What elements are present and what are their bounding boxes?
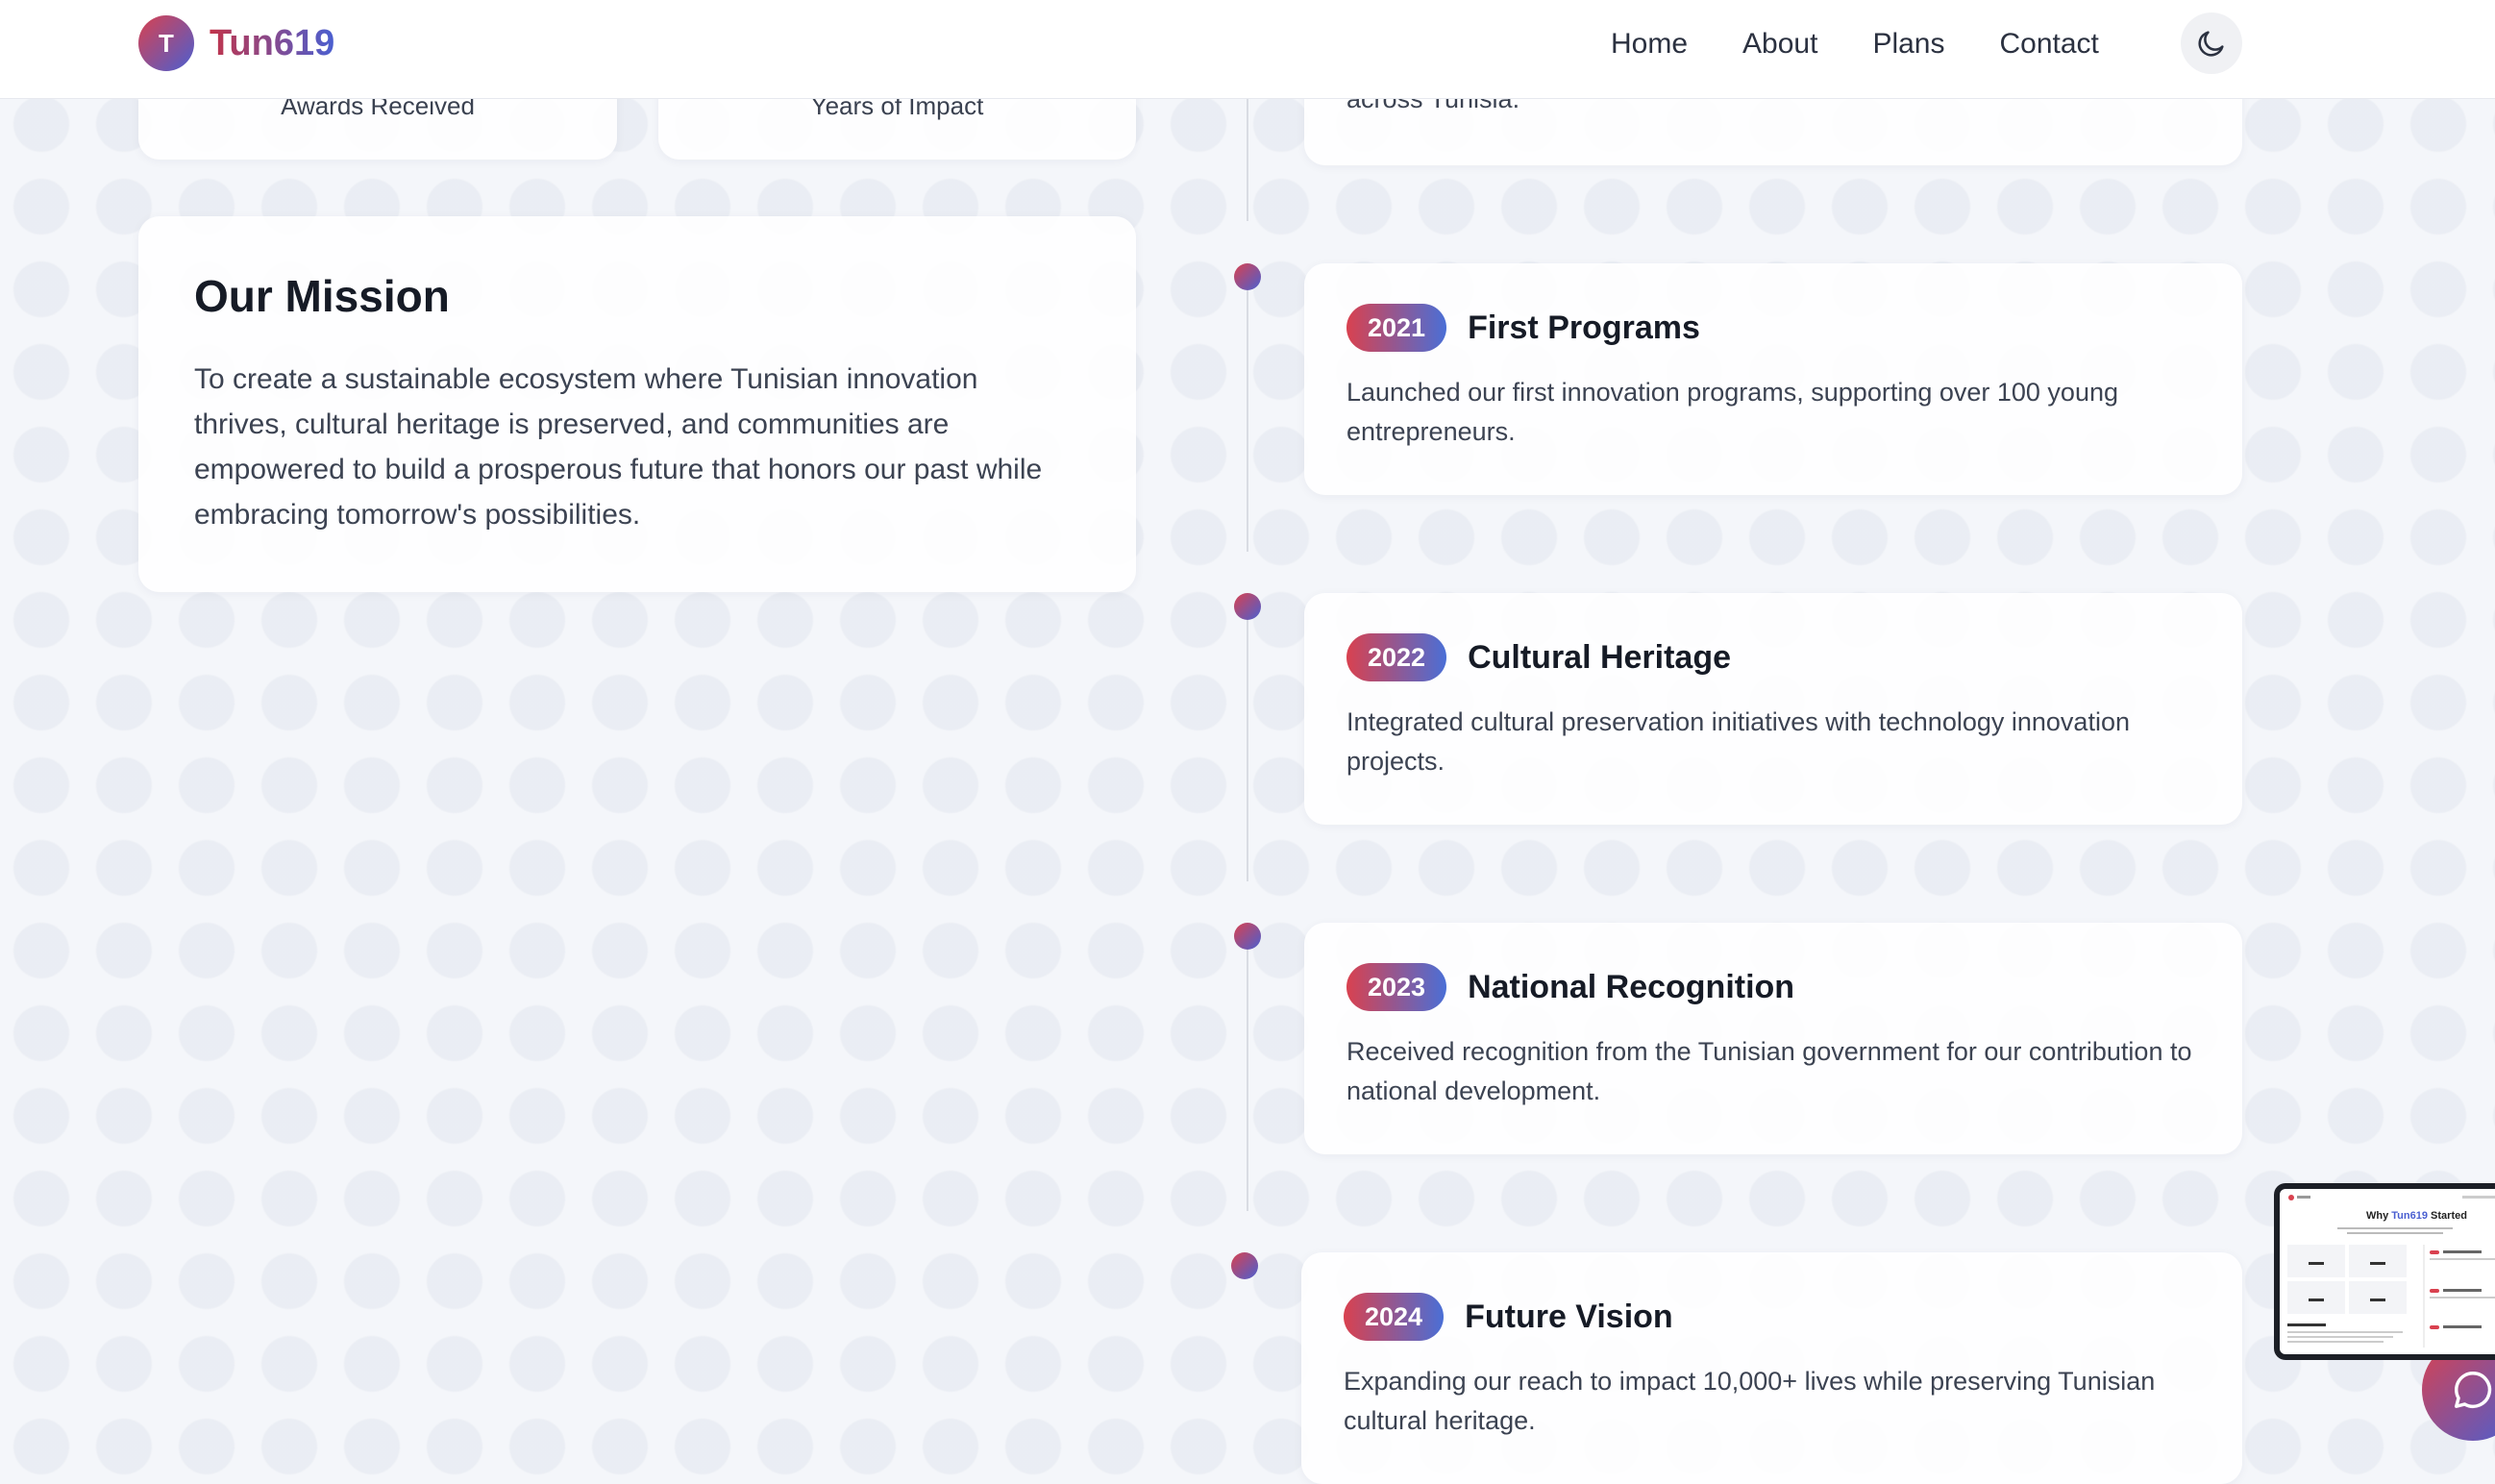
brand-name: Tun619 [210,22,335,63]
nav-links: Home About Plans Contact [1611,25,2154,63]
timeline-card-2023: 2023 National Recognition Received recog… [1304,923,2242,1154]
year-badge: 2024 [1344,1293,1445,1341]
timeline-dot [1231,1252,1258,1279]
timeline-line [1247,98,1248,221]
nav-home-link[interactable]: Home [1611,25,1688,63]
logo-badge: T [138,15,194,71]
timeline-line [1247,620,1248,881]
timeline-text: Launched our first innovation programs, … [1346,378,2118,446]
preview-content [2287,1195,2495,1348]
page-preview-thumbnail[interactable]: Why Tun619 Started [2274,1183,2495,1360]
timeline-title: Future Vision [1465,1298,1673,1335]
timeline-dot [1234,923,1261,950]
year-badge: 2023 [1346,963,1447,1011]
timeline-card-2024: 2024 Future Vision Expanding our reach t… [1301,1252,2242,1484]
nav-about-link[interactable]: About [1742,25,1817,63]
timeline-line [1247,290,1248,552]
timeline-text: Integrated cultural preservation initiat… [1346,707,2130,776]
timeline-dot [1234,263,1261,290]
brand-logo[interactable]: T Tun619 [138,15,334,71]
timeline-line [1247,950,1248,1211]
year-badge: 2021 [1346,304,1447,352]
timeline-card-2021: 2021 First Programs Launched our first i… [1304,263,2242,495]
timeline-dot [1234,593,1261,620]
timeline-title: Cultural Heritage [1468,638,1732,676]
timeline-title: First Programs [1468,309,1700,346]
top-navbar: T Tun619 Home About Plans Contact [0,0,2495,99]
chat-bubble-icon [2455,1372,2492,1408]
moon-icon [2198,31,2224,57]
mission-text: To create a sustainable ecosystem where … [194,363,1043,531]
nav-plans-link[interactable]: Plans [1872,25,1944,63]
preview-screen: Why Tun619 Started [2280,1189,2495,1354]
nav-contact-link[interactable]: Contact [1999,25,2098,63]
year-badge: 2022 [1346,633,1447,681]
timeline-text: Received recognition from the Tunisian g… [1346,1037,2192,1105]
mission-card: Our Mission To create a sustainable ecos… [138,216,1136,592]
theme-toggle-button[interactable] [2181,12,2242,74]
mission-title: Our Mission [194,271,450,321]
timeline-card-2022: 2022 Cultural Heritage Integrated cultur… [1304,593,2242,825]
timeline-title: National Recognition [1468,968,1795,1005]
timeline-text: Expanding our reach to impact 10,000+ li… [1344,1367,2156,1435]
